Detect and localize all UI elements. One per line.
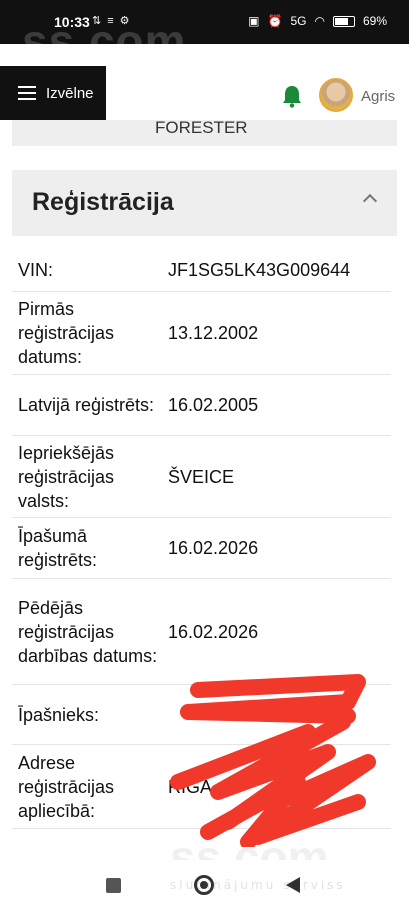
username[interactable]: Agris — [361, 88, 395, 105]
row-value: JF1SG5LK43G009644 — [168, 259, 351, 280]
gear-icon: ⚙ — [119, 15, 130, 27]
row-value: 13.12.2002 — [168, 323, 259, 343]
signal-icon: 5G — [290, 14, 307, 28]
menu-button[interactable]: Izvēlne — [0, 66, 106, 120]
table-row: Īpašumā reģistrēts: 16.02.2026 — [12, 518, 391, 579]
menu-label: Izvēlne — [46, 84, 94, 102]
row-label: Pirmās reģistrācijas datums: — [18, 299, 115, 367]
site-header: Izvēlne Agris — [0, 44, 409, 120]
status-time: 10:33 — [54, 14, 90, 30]
table-row: Iepriekšējās reģistrācijas valsts: ŠVEIC… — [12, 436, 391, 518]
row-label: Pēdējās reģistrācijas darbības datums: — [18, 597, 158, 666]
chevron-up-icon[interactable] — [362, 193, 378, 209]
row-value: 16.02.2026 — [168, 538, 259, 558]
row-label: Īpašumā reģistrēts: — [18, 526, 98, 570]
status-bar: ss.com 10:33 ⇅ ≡ ⚙ ▣ ⏰ 5G ◠ 69% — [0, 0, 409, 67]
table-row: Pēdējās reģistrācijas darbības datums: 1… — [12, 579, 391, 685]
row-label: Iepriekšējās reģistrācijas valsts: — [18, 442, 115, 511]
row-label: Adrese reģistrācijas apliecībā: — [18, 752, 115, 821]
status-right-icons: ▣ ⏰ 5G ◠ 69% — [248, 14, 387, 28]
data-usage-icon: ⇅ — [92, 15, 102, 27]
battery-percent: 69% — [362, 14, 387, 28]
previous-card-text: FORESTER — [155, 120, 248, 137]
table-row: Latvijā reģistrēts: 16.02.2005 — [12, 375, 391, 436]
battery-icon — [332, 15, 355, 27]
watermark-tagline-bottom: sludinājumu serviss — [170, 878, 346, 892]
redaction-scribble — [170, 674, 376, 847]
avatar[interactable] — [319, 78, 353, 112]
section-title: Reģistrācija — [32, 188, 174, 216]
recent-apps-button[interactable] — [106, 878, 121, 893]
row-label: Latvijā reģistrēts: — [18, 395, 155, 415]
registration-section-header[interactable]: Reģistrācija — [12, 170, 397, 236]
alarm-icon: ⏰ — [267, 14, 283, 28]
status-left-icons: ⇅ ≡ ⚙ — [92, 14, 130, 28]
bell-icon[interactable] — [281, 84, 303, 108]
row-label: VIN: — [18, 259, 54, 280]
row-label: Īpašnieks: — [18, 704, 100, 725]
table-row: Pirmās reģistrācijas datums: 13.12.2002 — [12, 292, 391, 375]
row-value: 16.02.2026 — [168, 621, 259, 642]
row-value: 16.02.2005 — [168, 395, 259, 415]
layers-icon: ≡ — [107, 14, 114, 27]
row-value: ŠVEICE — [168, 466, 235, 487]
hamburger-icon — [18, 86, 36, 100]
wifi-icon: ◠ — [314, 14, 325, 28]
previous-card: FORESTER — [12, 120, 397, 146]
table-row: VIN: JF1SG5LK43G009644 — [12, 248, 391, 292]
nfc-icon: ▣ — [248, 14, 260, 28]
